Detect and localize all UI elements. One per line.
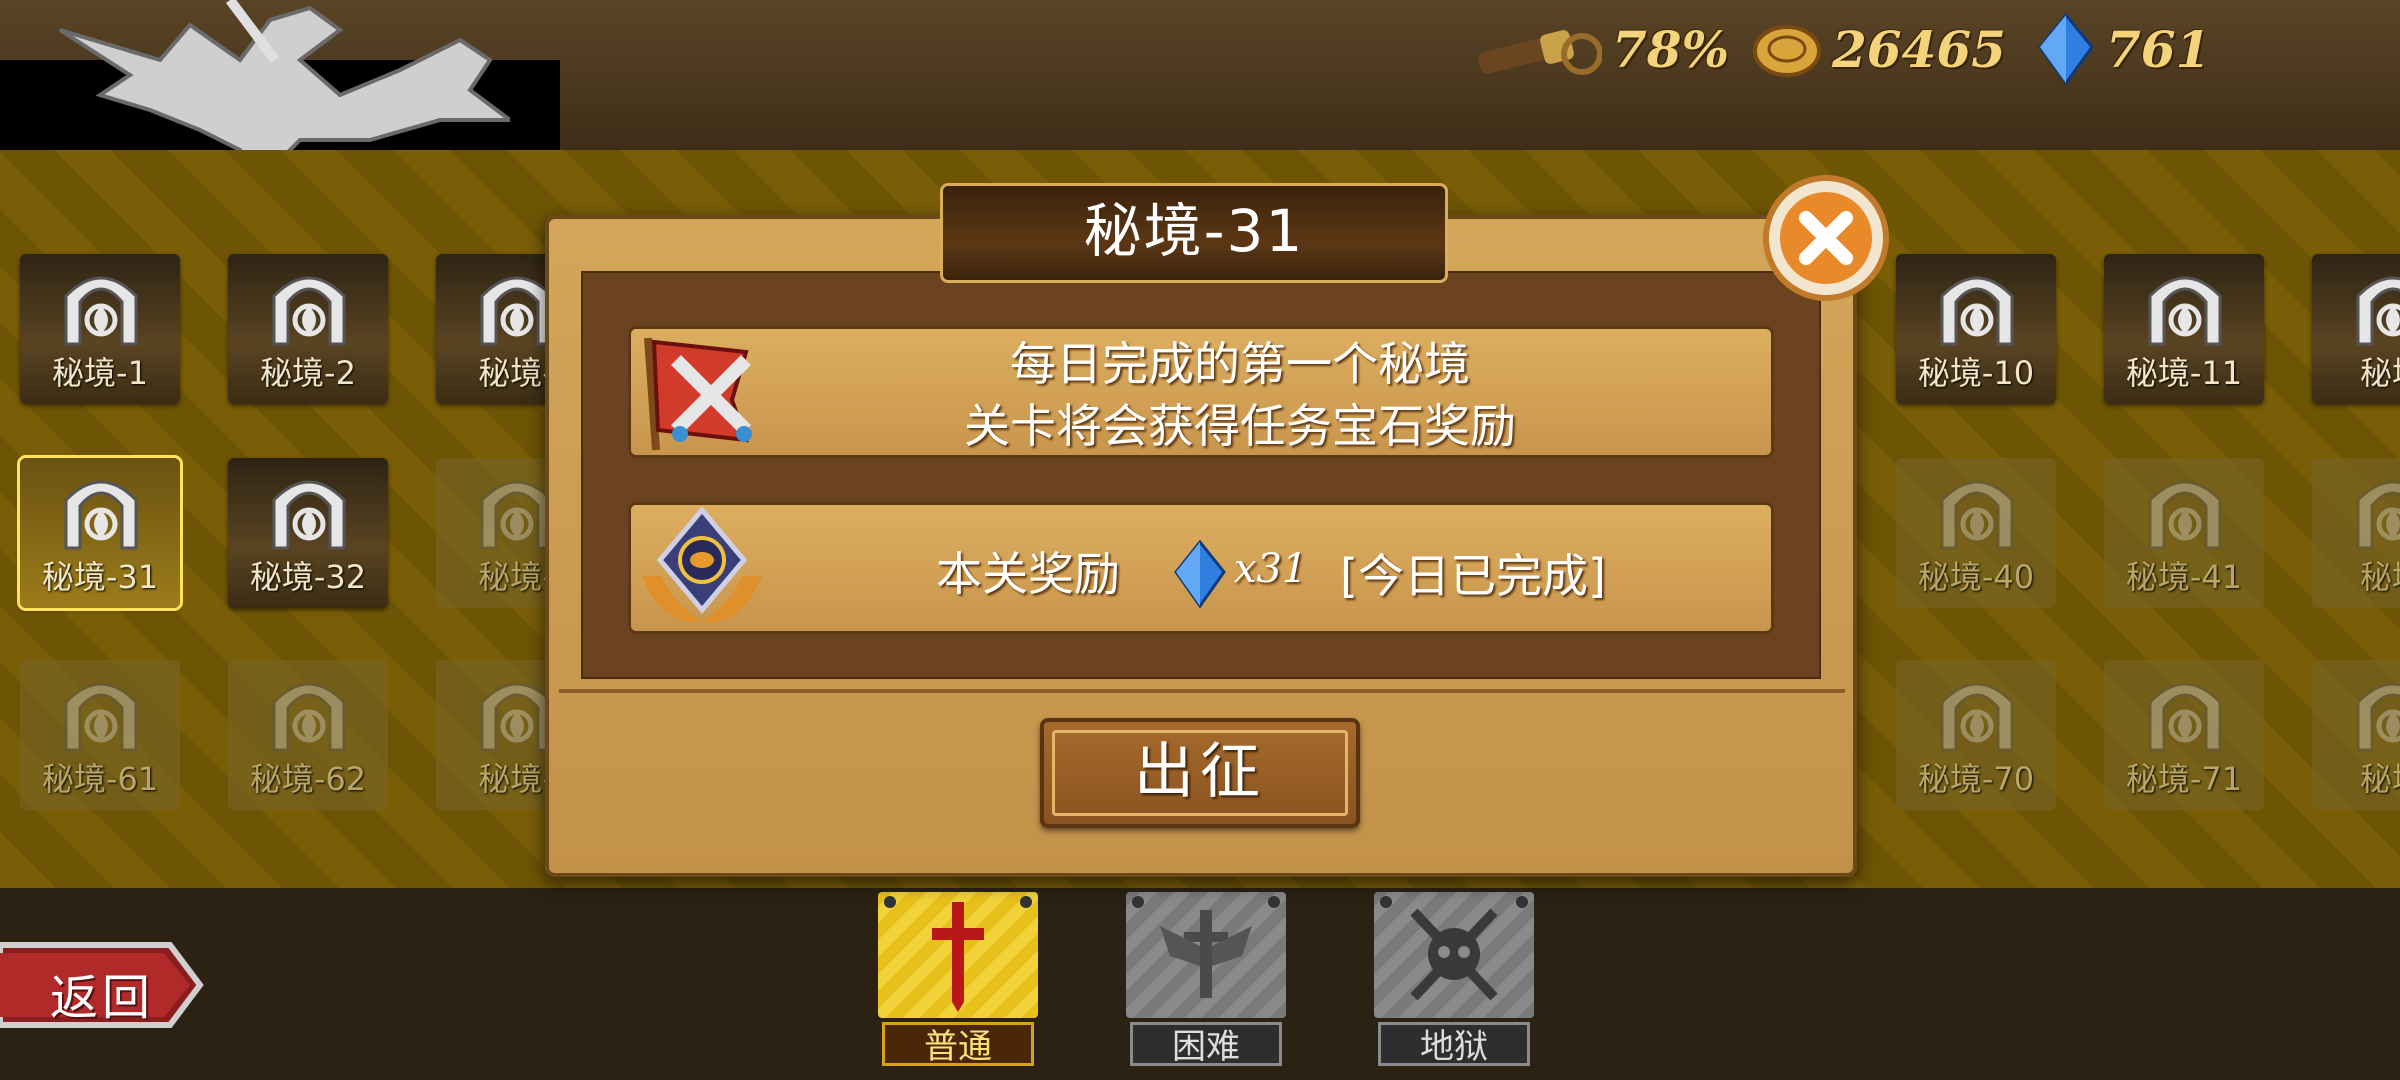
portal-arch-icon bbox=[1936, 672, 2018, 752]
level-label: 秘境-62 bbox=[249, 760, 367, 798]
portal-arch-icon bbox=[2144, 266, 2226, 346]
level-label: 秘境 bbox=[2359, 760, 2400, 798]
level-tile[interactable]: 秘境 bbox=[2312, 254, 2400, 404]
gem-icon bbox=[1174, 540, 1226, 608]
dialog-divider bbox=[559, 689, 1845, 693]
level-tile[interactable]: 秘境-41 bbox=[2104, 458, 2264, 608]
difficulty-hard-label: 困难 bbox=[1130, 1022, 1282, 1067]
close-button[interactable] bbox=[1762, 174, 1890, 302]
difficulty-normal-label: 普通 bbox=[882, 1022, 1034, 1067]
level-tile[interactable]: 秘境-1 bbox=[20, 254, 180, 404]
reward-label: 本关奖励 bbox=[936, 547, 1120, 601]
level-label: 秘境-40 bbox=[1917, 558, 2035, 596]
sword-icon bbox=[932, 902, 984, 1012]
level-label: 秘境-32 bbox=[249, 558, 367, 596]
level-tile[interactable]: 秘境-2 bbox=[228, 254, 388, 404]
flag-swords-icon bbox=[644, 337, 752, 451]
difficulty-hell-label: 地狱 bbox=[1378, 1022, 1530, 1067]
skull-swords-icon bbox=[1410, 908, 1498, 1001]
portal-arch-icon bbox=[2352, 672, 2400, 752]
portal-arch-icon bbox=[2144, 470, 2226, 550]
portal-arch-icon bbox=[268, 672, 350, 752]
difficulty-normal-tab[interactable]: 普通 bbox=[874, 888, 1042, 1074]
level-tile[interactable]: 秘境-71 bbox=[2104, 660, 2264, 810]
level-tile[interactable]: 秘境-31 bbox=[17, 455, 183, 611]
level-label: 秘境-31 bbox=[41, 558, 159, 596]
coin-icon bbox=[1753, 25, 1821, 77]
level-label: 秘境-10 bbox=[1917, 354, 2035, 392]
scope-status: 78% bbox=[1472, 14, 1729, 84]
reward-status: [今日已完成] bbox=[1340, 549, 1606, 603]
gem-status: 761 bbox=[2036, 13, 2211, 85]
level-tile[interactable]: 秘境 bbox=[2312, 660, 2400, 810]
portal-arch-icon bbox=[2144, 672, 2226, 752]
dialog-title: 秘境-31 bbox=[1083, 197, 1305, 265]
level-label: 秘境 bbox=[2359, 354, 2400, 392]
winged-sword-icon bbox=[1160, 910, 1252, 998]
level-tile[interactable]: 秘境-32 bbox=[228, 458, 388, 608]
start-battle-label[interactable]: 出征 bbox=[1040, 718, 1360, 828]
level-tile[interactable]: 秘境-10 bbox=[1896, 254, 2056, 404]
level-tile[interactable]: 秘境-70 bbox=[1896, 660, 2056, 810]
portal-arch-icon bbox=[60, 266, 142, 346]
bolt-icon bbox=[1516, 896, 1528, 908]
level-tile[interactable]: 秘境-40 bbox=[1896, 458, 2056, 608]
gem-icon bbox=[2038, 13, 2094, 85]
level-label: 秘境-71 bbox=[2125, 760, 2243, 798]
gem-count: 761 bbox=[2106, 19, 2211, 79]
level-label: 秘境-61 bbox=[41, 760, 159, 798]
reward-amount: x31 bbox=[1234, 546, 1308, 592]
info-line-2: 关卡将会获得任务宝石奖励 bbox=[964, 399, 1516, 453]
spyglass-icon bbox=[1478, 30, 1602, 75]
difficulty-hard-tab[interactable]: 困难 bbox=[1122, 888, 1290, 1074]
level-tile[interactable]: 秘境-62 bbox=[228, 660, 388, 810]
portal-arch-icon bbox=[2352, 470, 2400, 550]
level-tile[interactable]: 秘境-61 bbox=[20, 660, 180, 810]
bolt-icon bbox=[1268, 896, 1280, 908]
bolt-icon bbox=[1020, 896, 1032, 908]
portal-arch-icon bbox=[60, 470, 142, 550]
portal-arch-icon bbox=[268, 266, 350, 346]
level-label: 秘境 bbox=[2359, 558, 2400, 596]
coin-count: 26465 bbox=[1832, 19, 2006, 79]
level-label: 秘境-41 bbox=[2125, 558, 2243, 596]
level-label: 秘境-2 bbox=[260, 354, 356, 392]
info-line-1: 每日完成的第一个秘境 bbox=[1010, 337, 1470, 391]
scope-percent: 78% bbox=[1612, 19, 1730, 79]
bolt-icon bbox=[1132, 896, 1144, 908]
bolt-icon bbox=[884, 896, 896, 908]
portal-arch-icon bbox=[60, 672, 142, 752]
level-label: 秘境-70 bbox=[1917, 760, 2035, 798]
portal-arch-icon bbox=[2352, 266, 2400, 346]
portal-arch-icon bbox=[1936, 470, 2018, 550]
level-tile[interactable]: 秘境 bbox=[2312, 458, 2400, 608]
level-label: 秘境-11 bbox=[2125, 354, 2243, 392]
level-tile[interactable]: 秘境-11 bbox=[2104, 254, 2264, 404]
bolt-icon bbox=[1380, 896, 1392, 908]
coin-status: 26465 bbox=[1752, 14, 2006, 84]
difficulty-hell-tab[interactable]: 地狱 bbox=[1370, 888, 1538, 1074]
reward-emblem-icon bbox=[642, 506, 762, 623]
back-label[interactable]: 返回 bbox=[50, 958, 154, 1028]
portal-arch-icon bbox=[268, 470, 350, 550]
portal-arch-icon bbox=[1936, 266, 2018, 346]
level-label: 秘境-1 bbox=[52, 354, 148, 392]
